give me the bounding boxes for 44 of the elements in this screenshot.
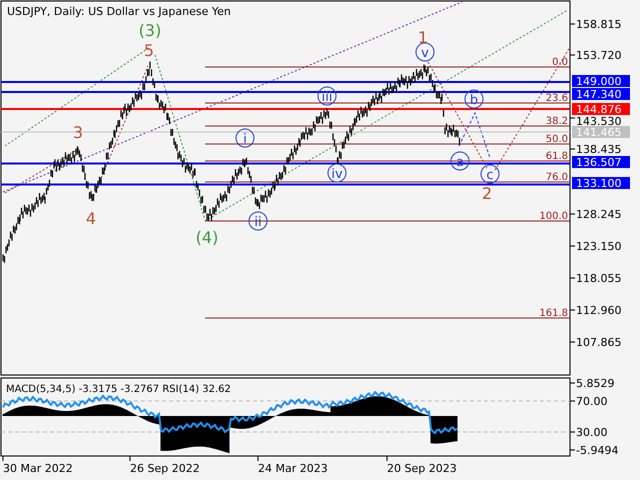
- indicator-axis-label: 70.00: [576, 395, 608, 408]
- wave-label: 5: [144, 41, 154, 60]
- fibonacci-level-label: 23.6: [546, 93, 568, 104]
- fibonacci-level-label: 161.8: [539, 308, 568, 319]
- fibonacci-level-label: 61.8: [546, 151, 568, 162]
- price-axis-label: 107.865: [576, 336, 622, 349]
- price-tag: 141.465: [572, 126, 630, 139]
- indicator-axis-label: 30.00: [576, 426, 608, 439]
- price-axis-label: 128.245: [576, 208, 622, 221]
- indicator-axis-label: -5.9494: [576, 444, 618, 457]
- wave-label: (4): [196, 228, 218, 247]
- price-axis-label: 118.055: [576, 272, 622, 285]
- price-axis-label: 158.815: [576, 18, 622, 31]
- indicator-axis-label: 5.8529: [576, 377, 614, 390]
- fibonacci-level-label: 0.0: [552, 57, 568, 68]
- wave-label: (3): [138, 21, 162, 40]
- price-tag: 136.507: [572, 156, 630, 169]
- wave-label: 4: [86, 209, 96, 228]
- price-tag: 147.340: [572, 88, 630, 101]
- wave-label: 2: [482, 184, 492, 203]
- fibonacci-level-label: 38.2: [546, 116, 568, 127]
- price-axis-label: 138.435: [576, 143, 622, 156]
- wave-label: i: [236, 128, 254, 148]
- wave-label: iii: [318, 86, 336, 106]
- time-axis-label: 30 Mar 2022: [3, 462, 73, 475]
- wave-label: 3: [72, 123, 84, 142]
- wave-label: iv: [328, 164, 346, 182]
- price-tag: 133.100: [572, 177, 630, 190]
- time-axis-label: 24 Mar 2023: [258, 462, 328, 475]
- wave-label: v: [416, 42, 434, 62]
- price-axis-label: 153.720: [576, 49, 622, 62]
- fibonacci-level-label: 76.0: [546, 172, 568, 183]
- price-tag: 144.876: [572, 103, 630, 116]
- fibonacci-level-label: 50.0: [546, 134, 568, 145]
- price-axis-label: 123.150: [576, 240, 622, 253]
- time-axis-label: 26 Sep 2022: [130, 462, 200, 475]
- time-axis-label: 20 Sep 2023: [387, 462, 457, 475]
- price-axis-label: 143.530: [576, 115, 622, 128]
- price-axis-label: 112.960: [576, 304, 622, 317]
- fibonacci-level-label: 100.0: [539, 211, 568, 222]
- chart-title: USDJPY, Daily: US Dollar vs Japanese Yen: [7, 5, 231, 18]
- indicator-label: MACD(5,34,5) -3.3175 -3.2767 RSI(14) 32.62: [6, 384, 231, 395]
- price-tag: 149.000: [572, 75, 630, 88]
- wave-label: c: [480, 164, 500, 184]
